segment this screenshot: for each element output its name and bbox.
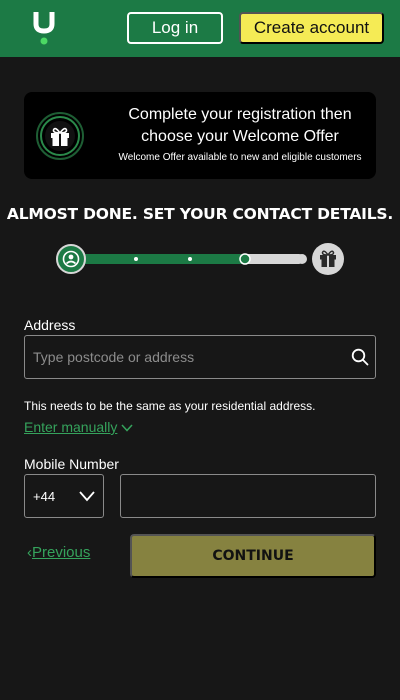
- mobile-number-input[interactable]: [120, 474, 376, 518]
- registration-progress: [56, 243, 344, 275]
- address-label: Address: [24, 317, 76, 333]
- address-input[interactable]: [33, 336, 333, 378]
- welcome-offer-banner: Complete your registration then choose y…: [24, 92, 376, 179]
- progress-dot-1: [134, 257, 138, 261]
- address-hint: This needs to be the same as your reside…: [24, 399, 316, 413]
- gift-icon: [36, 112, 84, 160]
- user-icon: [56, 244, 86, 274]
- gift-icon: [312, 243, 344, 275]
- address-field[interactable]: [24, 335, 376, 379]
- top-header: Log in Create account: [0, 0, 400, 57]
- create-account-button[interactable]: Create account: [239, 12, 384, 44]
- continue-button[interactable]: CONTINUE: [130, 534, 376, 578]
- progress-fill: [70, 254, 247, 264]
- promo-title: Complete your registration then choose y…: [128, 106, 352, 145]
- chevron-down-icon[interactable]: [120, 421, 134, 435]
- progress-end-dot: [297, 254, 307, 264]
- previous-link[interactable]: ‹Previous: [27, 544, 90, 561]
- login-button[interactable]: Log in: [127, 12, 223, 44]
- search-icon[interactable]: [351, 348, 369, 366]
- step-heading: ALMOST DONE. SET YOUR CONTACT DETAILS.: [6, 205, 394, 223]
- chevron-down-icon: [79, 491, 95, 502]
- unibet-logo-icon[interactable]: [32, 10, 56, 46]
- progress-current-dot: [239, 253, 251, 265]
- country-code-select[interactable]: +44: [24, 474, 104, 518]
- previous-label: Previous: [32, 544, 91, 561]
- country-code-value: +44: [33, 489, 56, 504]
- mobile-label: Mobile Number: [24, 456, 119, 472]
- progress-dot-2: [188, 257, 192, 261]
- promo-subtitle: Welcome Offer available to new and eligi…: [118, 152, 362, 163]
- enter-manually-link[interactable]: Enter manually: [24, 419, 117, 435]
